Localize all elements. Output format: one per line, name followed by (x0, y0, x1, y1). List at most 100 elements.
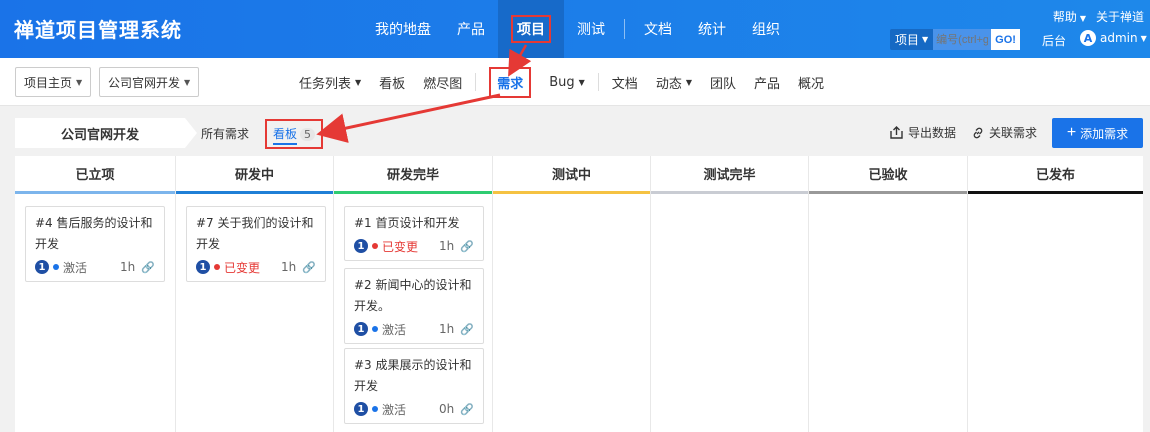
story-card[interactable]: #4 售后服务的设计和开发 1 激活 1h 🔗 (25, 206, 165, 282)
main-nav: 我的地盘 产品 项目 测试 文档 统计 组织 (362, 0, 793, 58)
tab-kanban-label: 看板 (273, 127, 298, 145)
estimate: 1h (120, 260, 136, 274)
breadcrumb-home[interactable]: 项目主页 ▼ (15, 67, 92, 97)
priority-badge: 1 (354, 322, 368, 336)
card-title[interactable]: #4 售后服务的设计和开发 (35, 213, 155, 255)
column-header: 研发中 (176, 156, 333, 194)
export-icon (890, 126, 903, 139)
chain-link-icon[interactable]: 🔗 (141, 261, 155, 274)
status-dot (53, 264, 59, 270)
nav-doc[interactable]: 文档 (631, 0, 685, 58)
card-title[interactable]: #2 新闻中心的设计和开发。 (354, 275, 474, 317)
caret-down-icon: ▼ (1140, 33, 1147, 43)
card-title[interactable]: #7 关于我们的设计和开发 (196, 213, 316, 255)
subnav-kanban[interactable]: 看板 (370, 73, 414, 92)
nav-org[interactable]: 组织 (739, 0, 793, 58)
status-text: 激活 (382, 322, 407, 337)
nav-test[interactable]: 测试 (564, 0, 618, 58)
tab-kanban[interactable]: 看板 5 (265, 119, 324, 149)
story-card[interactable]: #2 新闻中心的设计和开发。 1 激活 1h 🔗 (344, 268, 484, 344)
subnav-team[interactable]: 团队 (701, 73, 745, 92)
breadcrumb-project[interactable]: 公司官网开发 ▼ (99, 67, 200, 97)
export-button[interactable]: 导出数据 (889, 124, 956, 141)
kanban-board: 已立项 #4 售后服务的设计和开发 1 激活 1h 🔗 研发中 #7 关于我们的… (15, 156, 1143, 432)
story-card[interactable]: #1 首页设计和开发 1 已变更 1h 🔗 (344, 206, 484, 261)
user-name: admin (1100, 31, 1138, 45)
project-label: 公司官网开发 (15, 118, 197, 148)
help-menu[interactable]: 帮助 ▼ (1053, 8, 1086, 25)
estimate: 0h (439, 402, 455, 416)
subnav-dynamic[interactable]: 动态 ▼ (647, 73, 701, 92)
status-text: 激活 (382, 402, 407, 417)
column-header: 测试中 (493, 156, 650, 194)
priority-badge: 1 (196, 260, 210, 274)
column-header: 已验收 (809, 156, 967, 194)
story-card[interactable]: #7 关于我们的设计和开发 1 已变更 1h 🔗 (186, 206, 326, 282)
estimate: 1h (281, 260, 297, 274)
caret-down-icon: ▼ (685, 77, 692, 87)
subnav-divider (475, 73, 477, 91)
project-nav: 任务列表 ▼ 看板 燃尽图 需求 Bug ▼ 文档 动态 ▼ 团队 产品 概况 (290, 58, 833, 106)
board-toolbar: 公司官网开发 所有需求 看板 5 导出数据 关联需求 + 添加需求 (15, 118, 1145, 149)
top-right-links: 帮助 ▼ 关于禅道 (1053, 8, 1144, 25)
caret-down-icon: ▼ (355, 77, 362, 87)
subnav-story[interactable]: 需求 (480, 66, 540, 98)
count-badge: 5 (300, 128, 316, 141)
link-story-button[interactable]: 关联需求 (971, 124, 1037, 141)
status-dot (372, 406, 378, 412)
card-title[interactable]: #3 成果展示的设计和开发 (354, 355, 474, 397)
column-developed: 研发完毕 #1 首页设计和开发 1 已变更 1h 🔗 #2 新闻中心的设计和开发… (334, 156, 493, 432)
caret-down-icon: ▼ (578, 77, 585, 87)
priority-badge: 1 (354, 402, 368, 416)
top-header: 禅道项目管理系统 我的地盘 产品 项目 测试 文档 统计 组织 帮助 ▼ 关于禅道… (0, 0, 1150, 58)
chain-link-icon[interactable]: 🔗 (460, 403, 474, 416)
search-go-button[interactable]: GO! (991, 29, 1020, 50)
search-type-select[interactable]: 项目 ▼ (890, 29, 934, 50)
column-header: 测试完毕 (651, 156, 808, 194)
subnav-doc[interactable]: 文档 (603, 73, 647, 92)
nav-product[interactable]: 产品 (444, 0, 498, 58)
estimate: 1h (439, 239, 455, 253)
add-story-button[interactable]: + 添加需求 (1052, 118, 1143, 148)
subnav-overview[interactable]: 概况 (789, 73, 833, 92)
priority-badge: 1 (35, 260, 49, 274)
subnav-bug[interactable]: Bug ▼ (540, 75, 594, 90)
status-dot (214, 264, 220, 270)
status-text: 已变更 (224, 260, 261, 275)
nav-divider (624, 19, 625, 39)
column-header: 研发完毕 (334, 156, 492, 194)
nav-report[interactable]: 统计 (685, 0, 739, 58)
plus-icon: + (1066, 124, 1077, 141)
column-testing: 测试中 (493, 156, 651, 432)
priority-badge: 1 (354, 239, 368, 253)
nav-project[interactable]: 项目 (498, 0, 564, 58)
chain-link-icon[interactable]: 🔗 (460, 240, 474, 253)
caret-down-icon: ▼ (922, 35, 929, 44)
estimate: 1h (439, 322, 455, 336)
user-menu[interactable]: A admin ▼ (1080, 30, 1147, 46)
sub-header: 项目主页 ▼ 公司官网开发 ▼ 任务列表 ▼ 看板 燃尽图 需求 Bug ▼ 文档 动态… (0, 58, 1150, 106)
search-input[interactable] (933, 29, 992, 50)
caret-down-icon: ▼ (76, 77, 83, 87)
subnav-tasks[interactable]: 任务列表 ▼ (290, 73, 370, 92)
nav-my[interactable]: 我的地盘 (362, 0, 444, 58)
subnav-product[interactable]: 产品 (745, 73, 789, 92)
backend-link[interactable]: 后台 (1042, 32, 1066, 49)
search-bar: 项目▼ GO! (890, 29, 1020, 50)
card-title[interactable]: #1 首页设计和开发 (354, 213, 474, 234)
subnav-divider (597, 73, 599, 91)
caret-down-icon: ▼ (1079, 14, 1086, 23)
subnav-burn[interactable]: 燃尽图 (414, 73, 471, 92)
link-icon (973, 127, 983, 138)
about-link[interactable]: 关于禅道 (1096, 8, 1144, 25)
status-text: 已变更 (382, 239, 419, 254)
tab-all-stories[interactable]: 所有需求 (201, 125, 249, 142)
story-card[interactable]: #3 成果展示的设计和开发 1 激活 0h 🔗 (344, 348, 484, 424)
chain-link-icon[interactable]: 🔗 (302, 261, 316, 274)
column-header: 已立项 (15, 156, 175, 194)
chain-link-icon[interactable]: 🔗 (460, 323, 474, 336)
column-released: 已发布 (968, 156, 1143, 432)
column-developing: 研发中 #7 关于我们的设计和开发 1 已变更 1h 🔗 (176, 156, 334, 432)
column-verified: 已验收 (809, 156, 968, 432)
app-title[interactable]: 禅道项目管理系统 (14, 14, 182, 43)
